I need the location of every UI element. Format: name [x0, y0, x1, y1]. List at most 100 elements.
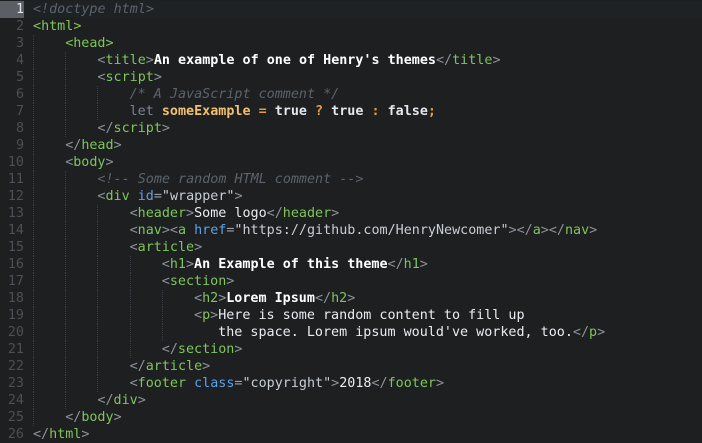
code-token: Some logo [194, 206, 267, 221]
line-number: 2 [15, 19, 24, 34]
code-line[interactable]: 9 </head> [0, 137, 702, 154]
line-code: <!-- Some random HTML comment --> [97, 171, 363, 188]
line-code: </html> [33, 426, 89, 443]
code-token: > [234, 342, 243, 357]
code-line[interactable]: 8 </script> [0, 120, 702, 137]
line-number: 12 [7, 189, 24, 204]
indent-guide [33, 120, 34, 137]
code-line[interactable]: 4 <title>An example of one of Henry's the… [0, 52, 702, 69]
line-number: 1 [0, 1, 24, 18]
code-token: > [73, 19, 82, 34]
code-token: > [210, 308, 219, 323]
code-token: body [73, 155, 106, 170]
line-number: 3 [15, 36, 24, 51]
code-token: h2 [331, 291, 348, 306]
indent-guide [97, 375, 99, 392]
code-token: > [145, 53, 154, 68]
code-line[interactable]: 25 </body> [0, 409, 702, 426]
code-line[interactable]: 18 <h2>Lorem Ipsum</h2> [0, 290, 702, 307]
code-line[interactable]: 20 the space. Lorem ipsum would've worke… [0, 324, 702, 341]
line-number: 11 [7, 172, 24, 187]
code-token: h2 [202, 291, 219, 306]
indent-guide [97, 324, 99, 341]
code-token: footer [137, 376, 187, 391]
code-token: "copyright" [242, 376, 332, 391]
code-token: </ [314, 291, 332, 306]
code-line[interactable]: 16 <h1>An Example of this theme</h1> [0, 256, 702, 273]
indent-guide [33, 86, 34, 103]
code-line[interactable]: 1 <!doctype html> [0, 1, 702, 18]
code-token: ; [427, 104, 436, 119]
code-line[interactable]: 23 <footer class="copyright">2018</footer… [0, 375, 702, 392]
indent-guide [97, 222, 99, 239]
code-token: </ [129, 359, 146, 374]
code-token: = [153, 189, 162, 204]
indent-guide [33, 154, 34, 171]
code-line[interactable]: 7 let someExample = true ? true : false; [0, 103, 702, 120]
code-token: </ [572, 325, 590, 340]
code-token: 2018 [339, 376, 372, 391]
code-token: h1 [169, 257, 186, 272]
code-line[interactable]: 24 </div> [0, 392, 702, 409]
code-line[interactable]: 10 <body> [0, 154, 702, 171]
indent-guide [97, 273, 99, 290]
code-token: Here is some random content to fill up [218, 308, 525, 323]
code-line[interactable]: 17 <section> [0, 273, 702, 290]
line-code: /* A JavaScript comment */ [130, 86, 340, 103]
code-token: > [194, 240, 203, 255]
code-token: < [129, 206, 138, 221]
indent-guide [33, 103, 34, 120]
indent-guide [129, 290, 131, 307]
indent-guide [97, 256, 99, 273]
code-token: href [194, 223, 227, 238]
indent-guide [33, 137, 34, 154]
code-line[interactable]: 14 <nav><a href="https://github.com/Henry… [0, 222, 702, 239]
code-line[interactable]: 15 <article> [0, 239, 702, 256]
code-token: < [194, 291, 203, 306]
code-line[interactable]: 13 <header>Some logo</header> [0, 205, 702, 222]
code-line[interactable]: 11 <!-- Some random HTML comment --> [0, 171, 702, 188]
indent-guide [33, 307, 34, 324]
code-token: > [331, 376, 340, 391]
code-token: false [387, 104, 428, 119]
code-token: "https://github.com/HenryNewcomer" [234, 223, 509, 238]
code-line[interactable]: 19 <p>Here is some random content to fill… [0, 307, 702, 324]
indent-guide [33, 273, 34, 290]
code-token: > [234, 189, 243, 204]
code-token: : [363, 104, 388, 119]
code-line[interactable]: 3 <head> [0, 35, 702, 52]
line-number: 10 [7, 155, 24, 170]
code-line[interactable]: 2 <html> [0, 18, 702, 35]
code-token: > [105, 36, 114, 51]
code-line[interactable]: 22 </article> [0, 358, 702, 375]
code-token: Lorem Ipsum [226, 291, 315, 306]
code-line[interactable]: 5 <script> [0, 69, 702, 86]
line-code: </body> [65, 409, 121, 426]
line-code: let someExample = true ? true : false; [130, 103, 436, 120]
code-token: html [41, 19, 74, 34]
code-line[interactable]: 6 /* A JavaScript comment */ [0, 86, 702, 103]
code-token: < [129, 376, 138, 391]
code-token: the space. Lorem ipsum would've worked, … [194, 325, 573, 340]
code-line[interactable]: 26 </html> [0, 426, 702, 443]
code-line[interactable]: 21 </section> [0, 341, 702, 358]
code-line[interactable]: 12 <div id="wrapper"> [0, 188, 702, 205]
code-token: </ [65, 138, 82, 153]
code-editor[interactable]: 1 <!doctype html> 2 <html> 3 <head> 4 <title>An… [0, 0, 702, 443]
line-code: <script> [97, 69, 162, 86]
indent-guide [65, 392, 67, 409]
line-number: 24 [7, 393, 24, 408]
indent-guide [129, 324, 131, 341]
line-code: <footer class="copyright">2018</footer> [130, 375, 444, 392]
code-token: script [105, 70, 154, 85]
code-token: ></ [540, 223, 565, 238]
line-number: 18 [7, 291, 24, 306]
line-number: 9 [15, 138, 24, 153]
line-number: 5 [15, 70, 24, 85]
code-token: </ [33, 427, 50, 442]
indent-guide [33, 256, 34, 273]
line-code: </script> [97, 120, 170, 137]
indent-guide [33, 69, 34, 86]
line-number: 16 [7, 257, 24, 272]
